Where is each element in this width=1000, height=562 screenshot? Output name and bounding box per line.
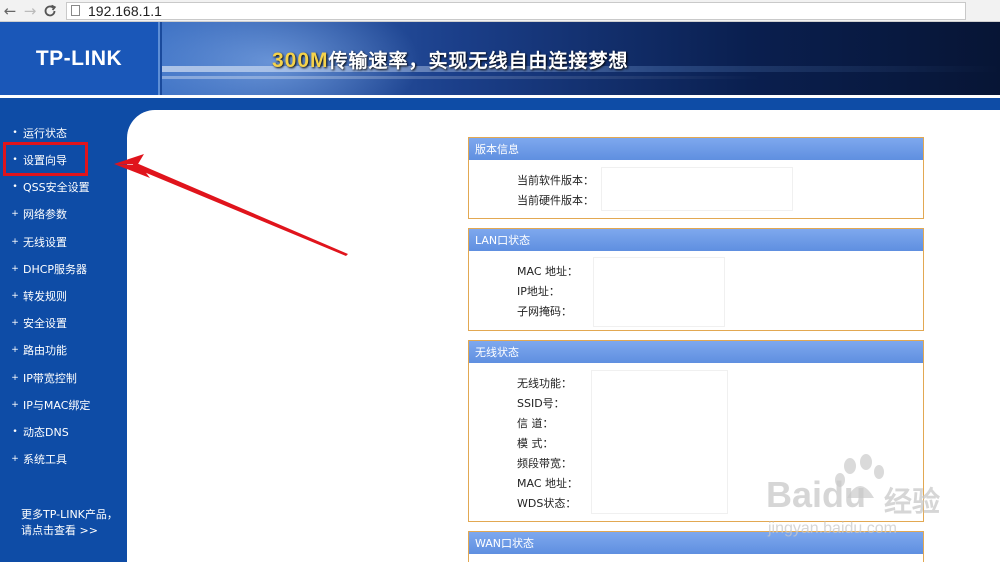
sidebar-item-forwarding[interactable]: + 转发规则 [11,287,67,305]
watermark-brand-cn: 经验 [884,485,941,518]
address-bar[interactable]: 192.168.1.1 [66,1,966,20]
sidebar-item-status[interactable]: • 运行状态 [11,124,67,142]
router-header: TP-LINK 300M传输速率，实现无线自由连接梦想 [0,22,1000,95]
highlight-box [3,142,88,176]
row-label: SSID号： [517,397,565,410]
banner-slogan: 300M传输速率，实现无线自由连接梦想 [272,46,629,73]
reload-icon[interactable] [40,1,60,21]
watermark-brand: Baidu [766,474,867,515]
lan-values [594,258,724,326]
row-label: MAC 地址： [517,265,578,278]
sidebar-item-routing[interactable]: + 路由功能 [11,341,67,359]
arrow-left-icon[interactable]: ← [0,1,20,21]
panel-title: 无线状态 [469,341,923,363]
logo-text: TP-LINK [35,46,123,70]
slogan-text: 传输速率，实现无线自由连接梦想 [328,50,629,72]
row-label: WDS状态： [517,497,577,510]
arrow-right-icon[interactable]: → [20,1,40,21]
wireless-values [592,371,727,513]
sidebar-item-security[interactable]: + 安全设置 [11,314,67,332]
row-label: 当前软件版本： [517,174,594,187]
sidebar-item-ddns[interactable]: • 动态DNS [11,423,68,441]
page-icon [71,5,80,16]
version-values [602,168,792,210]
row-label: 频段带宽： [517,457,572,470]
sidebar-item-bandwidth[interactable]: + IP带宽控制 [11,369,77,387]
sidebar-item-system-tools[interactable]: + 系统工具 [11,450,67,468]
more-products-link[interactable]: 更多TP-LINK产品， 请点击查看 >> [21,507,118,539]
row-label: 信 道： [517,417,554,430]
watermark-url: jingyan.baidu.com [768,520,897,537]
sidebar-item-ip-mac[interactable]: + IP与MAC绑定 [11,396,90,414]
panel-title: 版本信息 [469,138,923,160]
red-arrow-annotation [114,154,348,256]
row-label: 当前硬件版本： [517,194,594,207]
tp-link-logo: TP-LINK [0,22,160,95]
sidebar-item-wireless[interactable]: + 无线设置 [11,233,67,251]
header-banner: 300M传输速率，实现无线自由连接梦想 [162,22,1000,95]
panel-title: LAN口状态 [469,229,923,251]
row-label: 模 式： [517,437,554,450]
sidebar-item-network[interactable]: + 网络参数 [11,205,67,223]
slogan-highlight: 300M [272,49,329,72]
browser-toolbar: ← → 192.168.1.1 [0,0,1000,22]
sidebar-item-qss[interactable]: • QSS安全设置 [11,178,89,196]
url-text: 192.168.1.1 [88,2,162,19]
row-label: 子网掩码： [517,305,572,318]
row-label: 无线功能： [517,377,572,390]
row-label: IP地址： [517,285,560,298]
sidebar-item-dhcp[interactable]: + DHCP服务器 [11,260,87,278]
baidu-watermark: Baidu 经验 jingyan.baidu.com [766,454,966,544]
row-label: MAC 地址： [517,477,578,490]
